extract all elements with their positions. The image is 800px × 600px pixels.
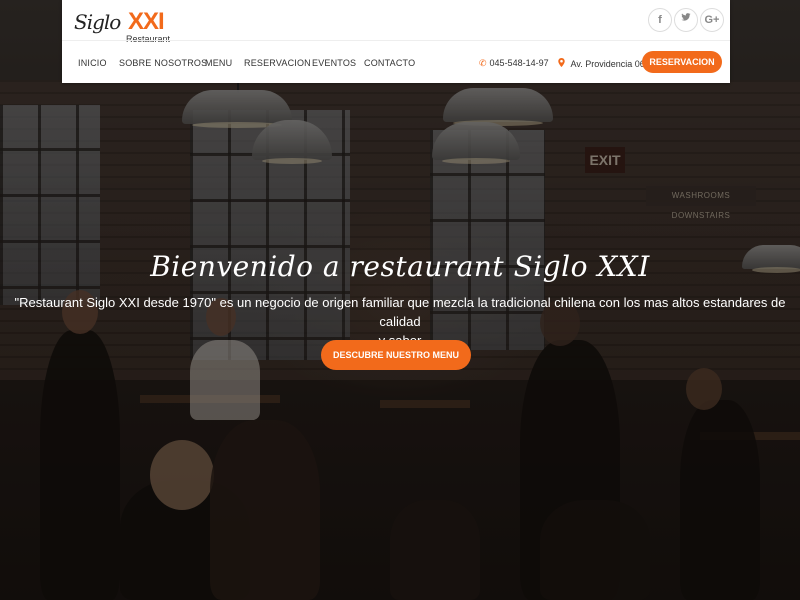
facebook-icon[interactable]: f xyxy=(648,8,672,32)
map-pin-icon xyxy=(558,58,568,69)
nav-item-inicio[interactable]: INICIO xyxy=(78,58,107,68)
logo-roman: XXI xyxy=(128,8,165,35)
address-text: Av. Providencia 068 xyxy=(570,59,650,69)
phone-icon: ✆ xyxy=(479,58,487,68)
phone-contact[interactable]: ✆ 045-548-14-97 xyxy=(479,58,549,69)
logo[interactable]: Siglo XXI Restaurant xyxy=(72,6,172,44)
logo-script: Siglo xyxy=(74,10,121,34)
facebook-glyph: f xyxy=(658,14,662,26)
reservacion-button[interactable]: RESERVACION xyxy=(642,51,722,73)
hero-title: Bienvenido a restaurant Siglo XXI xyxy=(150,250,650,283)
nav-item-sobre-nosotros[interactable]: SOBRE NOSOTROS xyxy=(119,58,207,68)
nav-item-contacto[interactable]: CONTACTO xyxy=(364,58,415,68)
map-pin-glyph xyxy=(558,58,565,67)
twitter-icon[interactable] xyxy=(674,8,698,32)
discover-menu-button[interactable]: DESCUBRE NUESTRO MENU xyxy=(321,340,471,370)
nav-item-eventos[interactable]: EVENTOS xyxy=(312,58,356,68)
google-plus-icon[interactable]: G+ xyxy=(700,8,724,32)
address-contact[interactable]: Av. Providencia 068 xyxy=(558,58,650,69)
site-header: Siglo XXI Restaurant f G+ INICIO SOBRE N… xyxy=(62,0,730,83)
google-plus-glyph: G+ xyxy=(704,14,720,26)
phone-number: 045-548-14-97 xyxy=(489,58,549,68)
twitter-bird-icon xyxy=(681,13,691,21)
nav-item-reservacion[interactable]: RESERVACION xyxy=(244,58,311,68)
main-nav: INICIO SOBRE NOSOTROS MENU RESERVACION E… xyxy=(62,40,730,83)
twitter-glyph xyxy=(681,13,691,25)
nav-item-menu[interactable]: MENU xyxy=(205,58,232,68)
hero-description-line-1: "Restaurant Siglo XXI desde 1970" es un … xyxy=(14,295,786,329)
